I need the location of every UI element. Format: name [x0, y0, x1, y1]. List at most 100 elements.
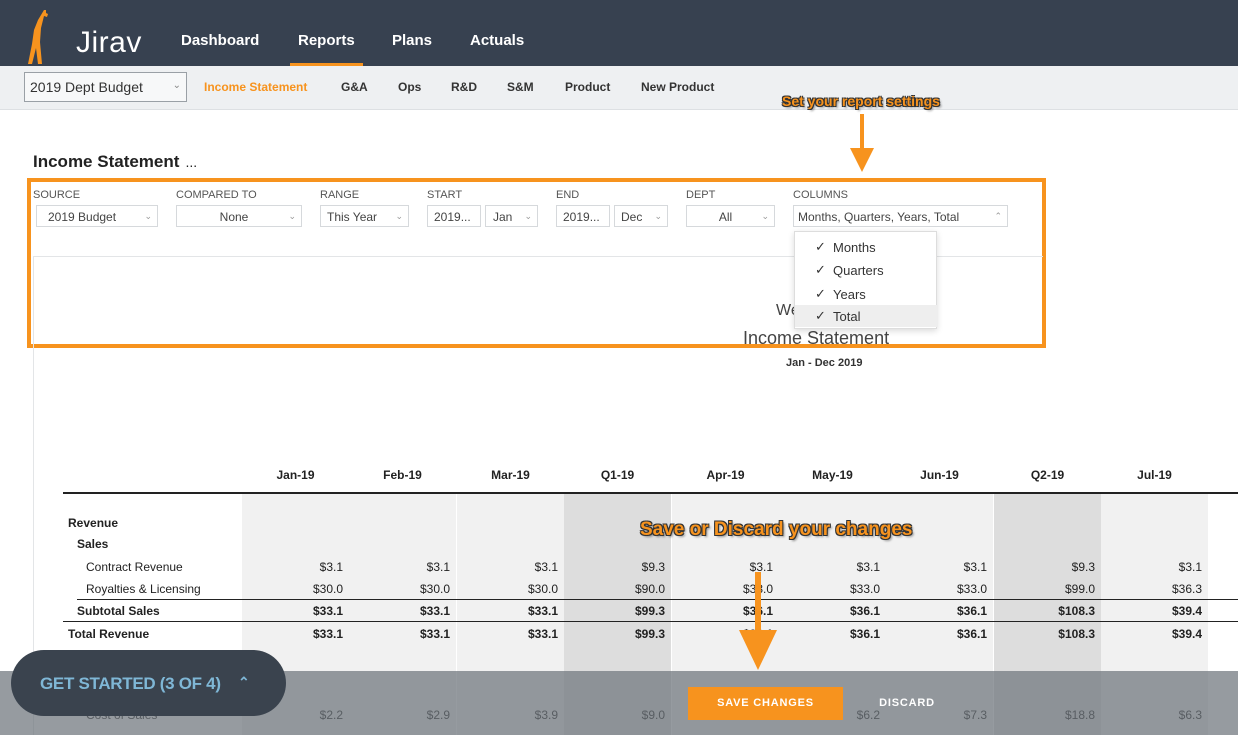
chevron-down-icon: ⌄ — [761, 211, 769, 221]
arrow-down-icon — [850, 114, 874, 172]
report-date-range: Jan - Dec 2019 — [786, 357, 863, 369]
table-cell: $33.1 — [419, 604, 450, 618]
table-cell: $33.1 — [312, 627, 343, 641]
source-select[interactable]: 2019 Budget ⌄ — [36, 205, 158, 227]
tab-new-product[interactable]: New Product — [641, 80, 714, 94]
columns-select[interactable]: Months, Quarters, Years, Total ⌃ — [793, 205, 1008, 227]
chevron-down-icon: ⌄ — [144, 211, 152, 221]
check-icon: ✓ — [815, 239, 826, 254]
settings-hint-annotation: Set your report settings — [782, 93, 940, 109]
title-more-menu[interactable]: ... — [185, 154, 197, 170]
columns-option-total[interactable]: ✓ Total — [795, 305, 938, 327]
table-cell: $99.3 — [634, 604, 665, 618]
budget-select-value: 2019 Dept Budget — [30, 79, 143, 95]
table-cell: $3.1 — [319, 560, 343, 574]
giraffe-icon — [28, 10, 48, 64]
end-year-select[interactable]: 2019... — [556, 205, 610, 227]
table-cell: $36.1 — [849, 604, 880, 618]
tab-product[interactable]: Product — [565, 80, 610, 94]
table-cell: $3.1 — [426, 560, 450, 574]
chevron-down-icon: ⌄ — [172, 80, 181, 91]
table-cell: $108.3 — [1058, 627, 1095, 641]
subtotal-rule — [77, 599, 1238, 600]
nav-reports[interactable]: Reports — [290, 0, 363, 66]
table-cell: $33.1 — [312, 604, 343, 618]
table-cell: $99.0 — [1064, 582, 1095, 596]
end-year-value: 2019... — [563, 210, 600, 224]
tab-sm[interactable]: S&M — [507, 80, 534, 94]
column-header: Jun-19 — [920, 468, 959, 482]
option-label: Quarters — [833, 263, 884, 278]
range-label: RANGE — [320, 189, 360, 201]
arrow-down-icon — [739, 572, 777, 670]
logo-wordmark: Jirav — [76, 26, 142, 59]
source-label: SOURCE — [33, 189, 81, 201]
start-month-select[interactable]: Jan ⌄ — [485, 205, 538, 227]
start-month-value: Jan — [493, 210, 513, 224]
nav-plans[interactable]: Plans — [392, 0, 432, 66]
table-cell: $30.0 — [419, 582, 450, 596]
row-label: Sales — [77, 537, 109, 551]
column-header: May-19 — [812, 468, 853, 482]
table-cell: $30.0 — [527, 582, 558, 596]
option-label: Total — [833, 309, 861, 324]
dept-select[interactable]: All ⌄ — [686, 205, 775, 227]
column-header: Apr-19 — [706, 468, 745, 482]
tab-ga[interactable]: G&A — [341, 80, 368, 94]
table-cell: $33.1 — [527, 627, 558, 641]
option-label: Months — [833, 240, 876, 255]
table-cell: $33.0 — [849, 582, 880, 596]
save-hint-annotation: Save or Discard your changes — [640, 519, 913, 540]
column-header: Q2-19 — [1030, 468, 1065, 482]
row-label: Royalties & Licensing — [86, 582, 201, 596]
columns-option-months[interactable]: ✓ Months — [795, 236, 938, 258]
tab-ops[interactable]: Ops — [398, 80, 421, 94]
start-year-select[interactable]: 2019... — [427, 205, 481, 227]
chevron-down-icon: ⌄ — [654, 211, 662, 221]
row-label: Subtotal Sales — [77, 604, 160, 618]
chevron-up-icon[interactable]: ⌃ — [238, 674, 250, 691]
table-cell: $108.3 — [1058, 604, 1095, 618]
table-cell: $3.1 — [534, 560, 558, 574]
discard-button[interactable]: DISCARD — [872, 687, 942, 720]
check-icon: ✓ — [815, 262, 826, 277]
check-icon: ✓ — [815, 286, 826, 301]
column-header: Jul-19 — [1137, 468, 1172, 482]
nav-dashboard[interactable]: Dashboard — [181, 0, 259, 66]
nav-actuals[interactable]: Actuals — [470, 0, 524, 66]
table-cell: $33.1 — [527, 604, 558, 618]
table-cell: $39.4 — [1171, 604, 1202, 618]
chevron-down-icon: ⌄ — [524, 211, 532, 221]
row-label: Revenue — [68, 516, 119, 530]
save-changes-button[interactable]: SAVE CHANGES — [688, 687, 843, 720]
get-started-label: GET STARTED (3 OF 4) — [40, 674, 221, 693]
option-label: Years — [833, 287, 866, 302]
table-cell: $30.0 — [312, 582, 343, 596]
compared-label: COMPARED TO — [176, 189, 257, 201]
tab-rd[interactable]: R&D — [451, 80, 477, 94]
report-title: Income Statement — [743, 328, 890, 348]
header-rule — [63, 492, 1238, 494]
table-cell: $99.3 — [634, 627, 665, 641]
page-title: Income Statement... — [33, 152, 197, 172]
start-label: START — [427, 189, 463, 201]
column-header: Jan-19 — [276, 468, 315, 482]
compared-select[interactable]: None ⌄ — [176, 205, 302, 227]
range-select[interactable]: This Year ⌄ — [320, 205, 409, 227]
tab-income-statement[interactable]: Income Statement — [204, 80, 307, 94]
table-cell: $33.1 — [419, 627, 450, 641]
table-cell: $90.0 — [634, 582, 665, 596]
columns-option-quarters[interactable]: ✓ Quarters — [795, 259, 938, 281]
start-year-value: 2019... — [434, 210, 471, 224]
columns-label: COLUMNS — [793, 189, 849, 201]
table-cell: $33.0 — [956, 582, 987, 596]
end-month-select[interactable]: Dec ⌄ — [614, 205, 668, 227]
table-cell: $3.1 — [963, 560, 987, 574]
columns-option-years[interactable]: ✓ Years — [795, 283, 938, 305]
row-label: Contract Revenue — [86, 560, 183, 574]
end-label: END — [556, 189, 580, 201]
jirav-logo[interactable]: Jirav — [24, 8, 141, 66]
budget-select[interactable]: 2019 Dept Budget ⌄ — [24, 72, 187, 102]
end-month-value: Dec — [621, 210, 643, 224]
source-value: 2019 Budget — [48, 210, 117, 224]
